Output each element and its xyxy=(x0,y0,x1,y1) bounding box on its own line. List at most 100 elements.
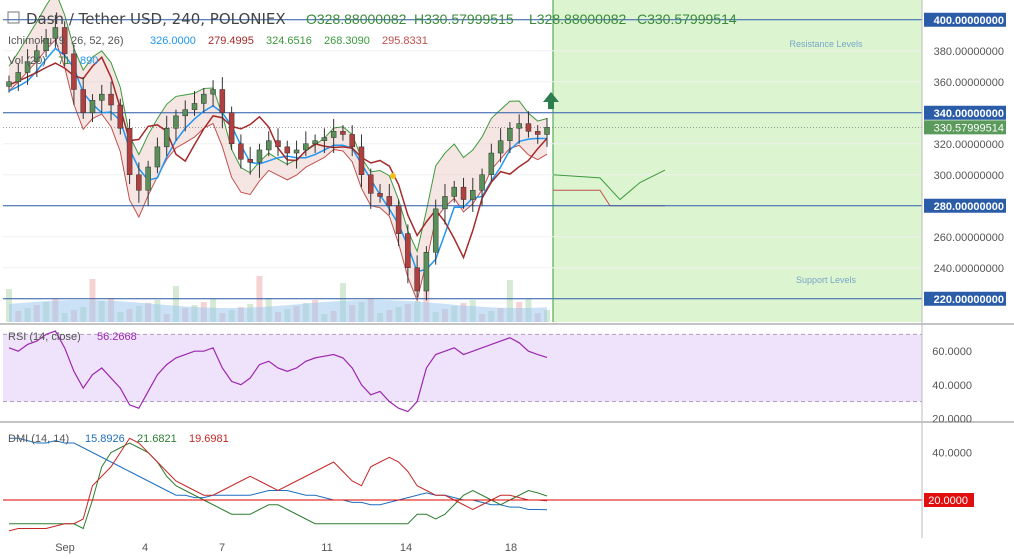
candle-body xyxy=(154,146,161,168)
candle-body xyxy=(544,127,550,135)
rsi-label: RSI (14, close) xyxy=(8,331,81,343)
rsi-tick-label: 20.0000 xyxy=(932,413,972,425)
volume-value: 890 xyxy=(80,55,98,67)
ichimoku-label: Ichimoku (9, 26, 52, 26) xyxy=(8,35,124,47)
candle-body xyxy=(386,196,393,206)
candle-body xyxy=(442,196,448,210)
candle-body xyxy=(303,143,309,151)
price-tick-label: 320.00000000 xyxy=(934,139,1004,151)
candle-body xyxy=(238,143,244,160)
resistance-label: Resistance Levels xyxy=(789,39,863,49)
candle-body xyxy=(80,89,86,113)
candle-body xyxy=(145,166,151,191)
volume-label: Vol (20) xyxy=(8,55,46,67)
price-tick-label: 240.00000000 xyxy=(934,263,1004,275)
candle-body xyxy=(6,81,12,87)
candle-body xyxy=(395,205,402,234)
candle-body xyxy=(432,208,439,253)
candle-body xyxy=(451,186,457,197)
candle-body xyxy=(191,103,198,110)
candle-body xyxy=(256,149,263,163)
rsi-band xyxy=(3,334,922,402)
candle-body xyxy=(201,93,207,104)
ichimoku-value: 279.4995 xyxy=(208,35,254,47)
candle-body xyxy=(507,128,513,141)
candle-body xyxy=(349,134,355,148)
time-tick-label: 7 xyxy=(219,542,225,554)
candle-body xyxy=(470,190,476,200)
rsi-value: 56.2668 xyxy=(97,331,137,343)
current-price-label: 330.57999514 xyxy=(934,122,1004,134)
candle-body xyxy=(479,174,485,191)
marker-dot xyxy=(390,173,396,179)
candle-body xyxy=(210,89,216,95)
ohlc-value: O328.88000082 xyxy=(306,11,407,27)
dmi-value: 19.6981 xyxy=(189,433,229,445)
candle-body xyxy=(247,159,253,163)
candle-body xyxy=(497,140,504,154)
candle-body xyxy=(228,112,235,144)
dmi-reference-label: 20.0000 xyxy=(928,495,968,507)
candle-body xyxy=(117,104,124,129)
ohlc-value: H330.57999515 xyxy=(414,11,514,27)
candle-body xyxy=(368,174,374,194)
dmi-value: 15.8926 xyxy=(85,433,125,445)
ichimoku-value: 326.0000 xyxy=(150,35,196,47)
rsi-tick-label: 40.0000 xyxy=(932,380,972,392)
candle-body xyxy=(275,140,281,148)
candle-body xyxy=(405,233,411,268)
trading-chart: Resistance Levels Support Levels 20.0000 4… xyxy=(0,0,1014,559)
candle-body xyxy=(284,146,291,154)
chart-root: Resistance Levels Support Levels 20.0000 4… xyxy=(0,0,1014,559)
price-tick-label: 360.00000000 xyxy=(934,77,1004,89)
rsi-tick-label: 60.0000 xyxy=(932,346,972,358)
ichimoku-value: 268.3090 xyxy=(324,35,370,47)
candle-body xyxy=(358,146,365,176)
candle-body xyxy=(89,100,96,113)
candle-body xyxy=(330,131,337,138)
ohlc-value: L328.88000082 xyxy=(529,11,627,27)
price-tick-label: 300.00000000 xyxy=(934,170,1004,182)
ohlc-value: C330.57999514 xyxy=(637,11,737,27)
time-tick-label: 14 xyxy=(400,542,412,554)
candle-body xyxy=(488,152,495,176)
symbol-title: Dash / Tether USD, 240, POLONIEX xyxy=(26,10,286,28)
candle-body xyxy=(423,252,430,292)
candle-body xyxy=(99,93,105,101)
candle-body xyxy=(312,140,318,144)
candle-body xyxy=(340,131,346,135)
dmi-label: DMI (14, 14) xyxy=(8,433,69,445)
candle-body xyxy=(534,131,541,135)
candle-body xyxy=(71,53,77,90)
candle-body xyxy=(377,193,383,197)
candle-body xyxy=(265,140,272,151)
candle-body xyxy=(108,93,114,106)
time-tick-label: 4 xyxy=(142,542,148,554)
future-zone xyxy=(553,0,922,322)
support-label: Support Levels xyxy=(796,275,857,285)
price-tick-label: 260.00000000 xyxy=(934,232,1004,244)
candle-body xyxy=(414,267,420,292)
candle-body xyxy=(182,109,188,117)
candle-body xyxy=(173,115,179,129)
volume-value: 71 xyxy=(58,55,70,67)
ichimoku-value: 295.8331 xyxy=(382,35,428,47)
time-tick-label: Sep xyxy=(55,542,75,554)
dmi-tick-label: 40.0000 xyxy=(932,448,972,460)
time-tick-label: 18 xyxy=(505,542,517,554)
time-tick-label: 11 xyxy=(321,542,332,554)
candle-body xyxy=(136,174,142,191)
candle-body xyxy=(219,89,226,113)
level-price-label: 220.00000000 xyxy=(934,294,1004,306)
level-price-label: 340.00000000 xyxy=(934,108,1004,120)
candle-body xyxy=(516,123,522,129)
candle-body xyxy=(15,72,22,82)
candle-body xyxy=(163,128,170,148)
candle-body xyxy=(460,186,467,200)
level-price-label: 400.00000000 xyxy=(934,15,1004,27)
candle-body xyxy=(525,123,532,132)
level-price-label: 280.00000000 xyxy=(934,201,1004,213)
candle-body xyxy=(126,128,133,175)
candle-body xyxy=(321,137,328,141)
price-tick-label: 380.00000000 xyxy=(934,46,1004,58)
